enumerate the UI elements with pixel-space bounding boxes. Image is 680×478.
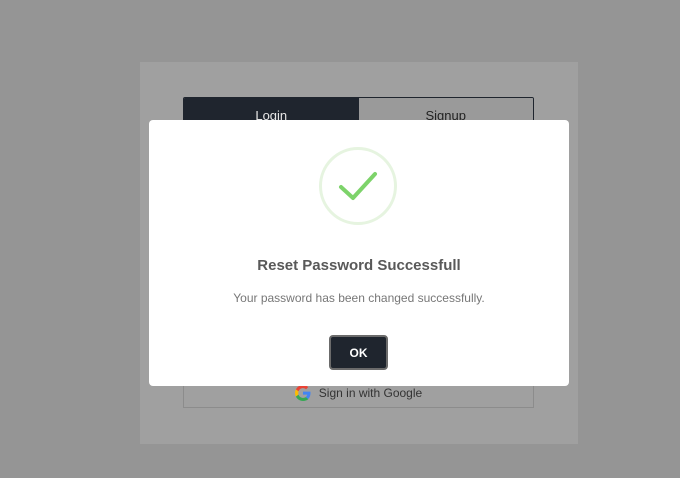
success-modal: Reset Password Successfull Your password… — [149, 120, 569, 386]
ok-button[interactable]: OK — [329, 335, 388, 370]
checkmark-icon — [319, 147, 397, 225]
modal-message: Your password has been changed successfu… — [233, 291, 485, 305]
modal-title: Reset Password Successfull — [257, 257, 461, 274]
